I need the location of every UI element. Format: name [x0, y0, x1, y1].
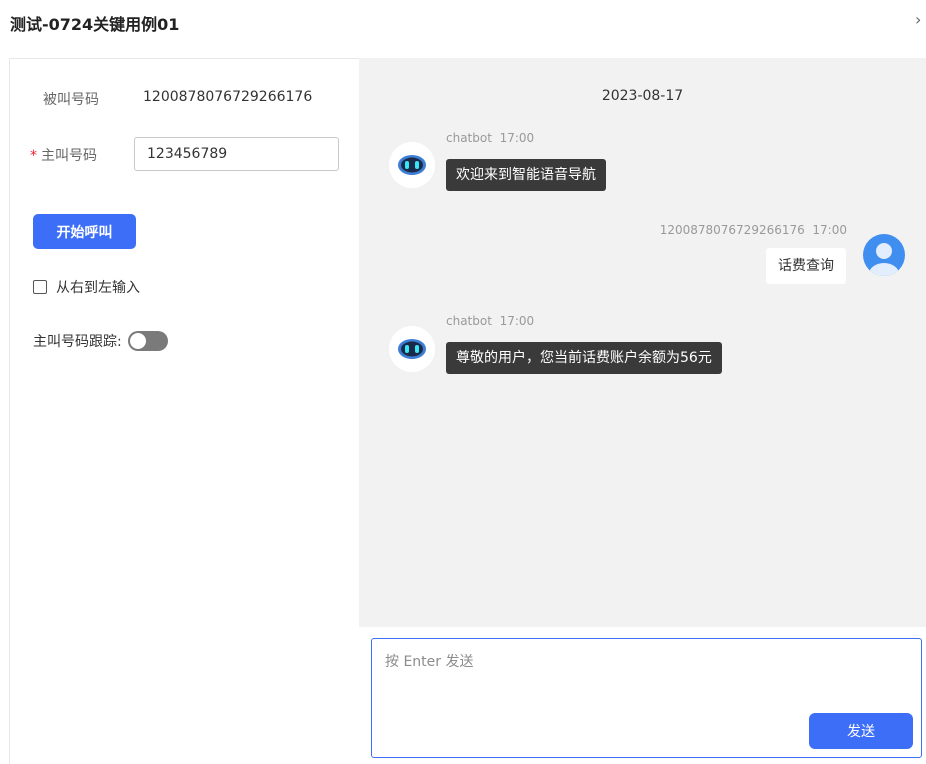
required-mark: *: [30, 148, 37, 164]
chat-panel: 2023-08-17 chatbot 17:00 欢迎来到智能语音导航 1200…: [359, 58, 926, 627]
caller-label: 主叫号码: [41, 148, 97, 164]
user-silhouette-icon: [869, 243, 899, 276]
rtl-input-option[interactable]: 从右到左输入: [33, 277, 140, 297]
message-meta: chatbot 17:00: [446, 314, 534, 328]
trace-toggle-switch[interactable]: [127, 331, 168, 351]
user-avatar-icon: [863, 234, 905, 276]
message-composer[interactable]: 按 Enter 发送 发送: [371, 638, 922, 758]
composer-placeholder[interactable]: 按 Enter 发送: [385, 651, 473, 671]
callee-label: 被叫号码: [43, 92, 99, 108]
dialog-title: 测试-0724关键用例01: [10, 15, 180, 34]
send-button[interactable]: 发送: [809, 713, 913, 749]
caller-number-input[interactable]: [134, 137, 339, 171]
message-sender: chatbot: [446, 131, 492, 145]
chevron-right-icon[interactable]: ›: [915, 10, 921, 29]
message-time: 17:00: [499, 131, 535, 145]
checkbox-icon[interactable]: [33, 280, 47, 294]
bot-message-bubble: 尊敬的用户，您当前话费账户余额为56元: [446, 342, 722, 374]
user-message-bubble: 话费查询: [766, 248, 846, 284]
toggle-knob: [129, 333, 146, 349]
robot-avatar-icon: [389, 142, 435, 188]
robot-avatar-icon: [389, 326, 435, 372]
message-time: 17:00: [499, 314, 535, 328]
message-sender: chatbot: [446, 314, 492, 328]
caller-label-group: * 主叫号码: [30, 145, 97, 165]
bot-message-bubble: 欢迎来到智能语音导航: [446, 159, 606, 191]
callee-number: 1200878076729266176: [143, 89, 313, 105]
rtl-checkbox-label: 从右到左输入: [56, 280, 140, 296]
caller-trace-option: 主叫号码跟踪:: [33, 331, 168, 351]
start-call-button[interactable]: 开始呼叫: [33, 214, 136, 249]
message-meta: 1200878076729266176 17:00: [660, 223, 847, 237]
message-meta: chatbot 17:00: [446, 131, 534, 145]
robot-face-icon: [398, 155, 426, 175]
message-time: 17:00: [812, 223, 847, 237]
robot-face-icon: [398, 339, 426, 359]
message-sender: 1200878076729266176: [659, 223, 805, 237]
dialog-header: 测试-0724关键用例01 ›: [0, 0, 926, 44]
trace-label: 主叫号码跟踪:: [33, 334, 122, 350]
chat-date: 2023-08-17: [601, 88, 684, 104]
call-config-panel: 被叫号码 1200878076729266176 *主叫号码 开始呼叫 从右到左…: [9, 58, 359, 764]
